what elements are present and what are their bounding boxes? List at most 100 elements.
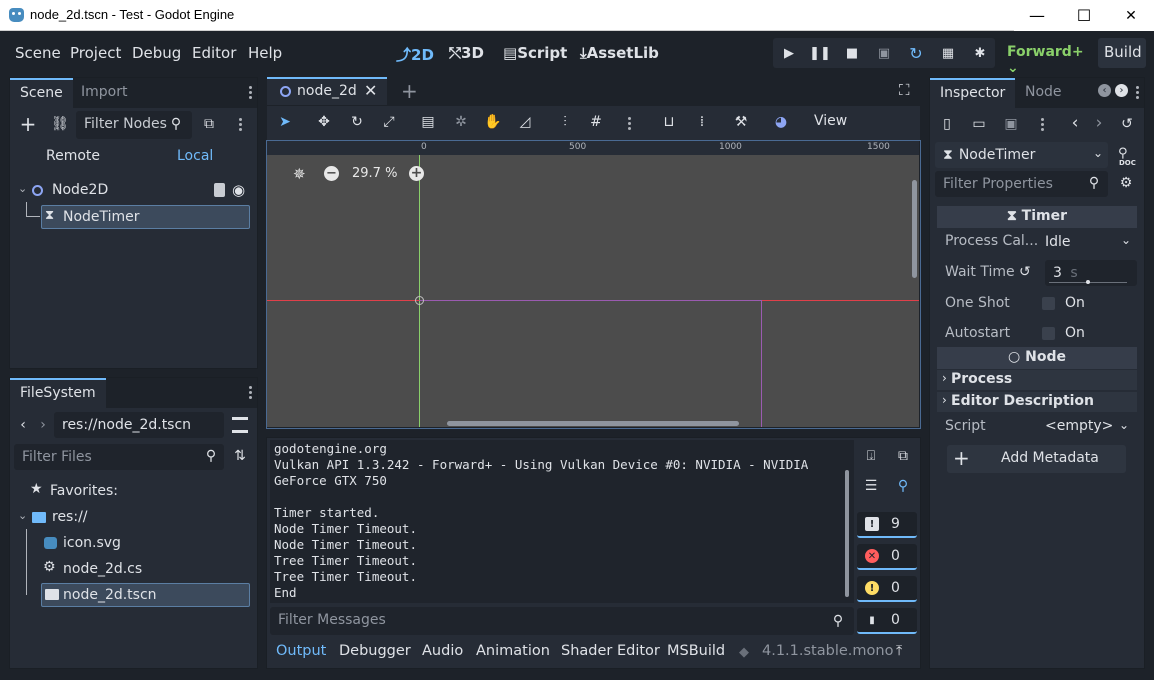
add-metadata-button[interactable]: + Add Metadata xyxy=(947,445,1126,473)
minimize-window-button[interactable]: — xyxy=(1014,0,1060,31)
view-menu[interactable]: View xyxy=(814,113,847,129)
play-icon[interactable]: ▶ xyxy=(773,38,805,68)
kebab-menu-icon[interactable] xyxy=(249,384,253,401)
remote-debug-icon[interactable]: ▣ xyxy=(868,38,900,68)
local-button[interactable]: Local xyxy=(177,148,213,164)
pan-hand-icon[interactable]: ✋ xyxy=(484,114,501,130)
bottom-tab-debugger[interactable]: Debugger xyxy=(339,643,411,659)
bottom-tab-shader-editor[interactable]: Shader Editor xyxy=(561,643,660,659)
move-mode-icon[interactable]: ✥ xyxy=(316,114,332,130)
editor-description-group[interactable]: › Editor Description xyxy=(937,392,1137,412)
maximize-button[interactable]: ☐ xyxy=(1060,0,1108,31)
rotate-mode-icon[interactable]: ↻ xyxy=(349,114,365,130)
scene-options-icon[interactable] xyxy=(239,116,243,133)
ruler-icon[interactable]: ◿ xyxy=(517,114,533,130)
collapse-arrow-icon[interactable]: ⌄ xyxy=(18,182,27,195)
next-dock-icon[interactable]: › xyxy=(1115,84,1128,97)
skeleton-icon[interactable]: ⚒ xyxy=(733,114,749,130)
fullscreen-icon[interactable]: ⛶ xyxy=(899,81,910,99)
tab-node-2d[interactable]: node_2d ✕ xyxy=(267,77,387,105)
collapse-duplicates-icon[interactable]: ☰ xyxy=(862,477,880,495)
kebab-menu-icon[interactable] xyxy=(1136,84,1140,101)
warnings-filter-button[interactable]: ! 0 xyxy=(857,576,917,602)
zoom-level[interactable]: 29.7 % xyxy=(352,166,397,181)
scale-mode-icon[interactable]: ⤢ xyxy=(381,114,397,130)
list-select-icon[interactable]: ▤ xyxy=(420,114,436,130)
revert-icon[interactable]: ↺ xyxy=(1019,264,1031,280)
tab-inspector[interactable]: Inspector xyxy=(930,78,1016,108)
zoom-in-icon[interactable]: + xyxy=(409,166,424,181)
kebab-menu-icon[interactable] xyxy=(249,84,253,101)
tree-item-nodetimer[interactable]: ⧗ NodeTimer xyxy=(41,205,250,229)
path-input[interactable]: res://node_2d.tscn xyxy=(54,412,224,438)
debug-scene-icon[interactable]: ✱ xyxy=(964,38,996,68)
workspace-script-button[interactable]: ▤Script xyxy=(503,44,567,62)
history-forward-icon[interactable]: › xyxy=(1092,113,1106,133)
lock-icon[interactable]: ⊔ xyxy=(661,114,677,130)
camera-override-icon[interactable]: ◕ xyxy=(773,114,789,130)
messages-filter-button[interactable]: ! 9 xyxy=(857,512,917,538)
node-section-header[interactable]: ○ Node xyxy=(937,347,1137,369)
select-mode-icon[interactable]: ➤ xyxy=(277,114,293,130)
filter-messages-input[interactable]: Filter Messages xyxy=(270,607,854,635)
file-item-node2d-tscn[interactable]: node_2d.tscn xyxy=(41,583,250,607)
bottom-tab-audio[interactable]: Audio xyxy=(422,643,463,659)
process-group[interactable]: › Process xyxy=(937,370,1137,390)
vertical-scrollbar[interactable] xyxy=(912,180,917,278)
favorites-item[interactable]: ★ Favorites: xyxy=(28,480,248,504)
bottom-tab-msbuild[interactable]: MSBuild xyxy=(667,643,725,659)
workspace-assetlib-button[interactable]: ⤓AssetLib xyxy=(580,44,659,62)
file-item-icon-svg[interactable]: icon.svg xyxy=(41,532,248,556)
expand-bottom-panel-icon[interactable]: ⤒ xyxy=(896,643,902,659)
history-back-icon[interactable]: ‹ xyxy=(1068,113,1082,133)
tab-filesystem[interactable]: FileSystem xyxy=(10,378,106,408)
pivot-icon[interactable]: ✲ xyxy=(453,114,469,130)
remote-button[interactable]: Remote xyxy=(46,148,100,164)
snap-options-icon[interactable] xyxy=(628,115,632,132)
open-folder-icon[interactable]: ▭ xyxy=(971,115,987,133)
add-tab-icon[interactable]: + xyxy=(401,79,418,103)
link-icon[interactable]: ⛓ xyxy=(50,114,70,134)
back-arrow-icon[interactable]: ‹ xyxy=(16,416,30,434)
clear-output-icon[interactable]: ⍗ xyxy=(862,447,880,465)
smart-snap-icon[interactable]: ⫶ xyxy=(557,114,573,130)
add-node-icon[interactable]: + xyxy=(18,112,38,136)
process-callback-select[interactable]: Idle ⌄ xyxy=(1037,229,1137,255)
grid-snap-icon[interactable]: # xyxy=(588,114,604,130)
close-tab-icon[interactable]: ✕ xyxy=(364,81,377,100)
workspace-2d-button[interactable]: ⤴2D xyxy=(396,44,434,65)
property-settings-icon[interactable]: ⚙ xyxy=(1118,175,1134,191)
copy-icon[interactable]: ⧉ xyxy=(894,447,912,465)
close-window-button[interactable]: ✕ xyxy=(1108,0,1154,31)
tab-scene[interactable]: Scene xyxy=(10,78,73,108)
forward-arrow-icon[interactable]: › xyxy=(36,416,50,434)
errors-filter-button[interactable]: ✕ 0 xyxy=(857,544,917,570)
bottom-tab-output[interactable]: Output xyxy=(276,643,326,659)
filter-properties-input[interactable]: Filter Properties xyxy=(935,171,1108,197)
menu-project[interactable]: Project xyxy=(70,44,121,62)
instance-scene-icon[interactable]: ⧉ xyxy=(200,115,218,133)
movie-icon[interactable]: ▦ xyxy=(932,38,964,68)
resource-options-icon[interactable] xyxy=(1041,116,1045,133)
log-scrollbar[interactable] xyxy=(845,470,849,597)
node-selector[interactable]: ⧗ NodeTimer ⌄ xyxy=(935,142,1108,168)
reload-icon[interactable]: ↻ xyxy=(900,38,932,68)
history-icon[interactable]: ↺ xyxy=(1118,115,1136,133)
menu-scene[interactable]: Scene xyxy=(15,44,61,62)
wait-time-slider-grabber[interactable] xyxy=(1086,280,1090,284)
version-label[interactable]: 4.1.1.stable.mono xyxy=(762,643,893,659)
save-icon[interactable]: ▣ xyxy=(1003,115,1019,133)
bottom-tab-animation[interactable]: Animation xyxy=(476,643,550,659)
tab-node[interactable]: Node xyxy=(1015,78,1072,108)
menu-debug[interactable]: Debug xyxy=(132,44,181,62)
split-view-icon[interactable] xyxy=(232,417,248,433)
visibility-eye-icon[interactable]: ◉ xyxy=(232,181,245,199)
timer-section-header[interactable]: ⧗ Timer xyxy=(937,206,1137,228)
autostart-checkbox[interactable] xyxy=(1042,327,1055,340)
res-folder-item[interactable]: ⌄ res:// xyxy=(16,506,248,530)
file-item-node2d-cs[interactable]: ⚙ node_2d.cs xyxy=(41,558,248,582)
stop-icon[interactable]: ■ xyxy=(836,38,868,68)
center-view-icon[interactable]: ✵ xyxy=(293,165,306,183)
collapse-arrow-icon[interactable]: ⌄ xyxy=(18,509,27,522)
tree-item-node2d[interactable]: ⌄ Node2D ◉ xyxy=(16,179,252,203)
